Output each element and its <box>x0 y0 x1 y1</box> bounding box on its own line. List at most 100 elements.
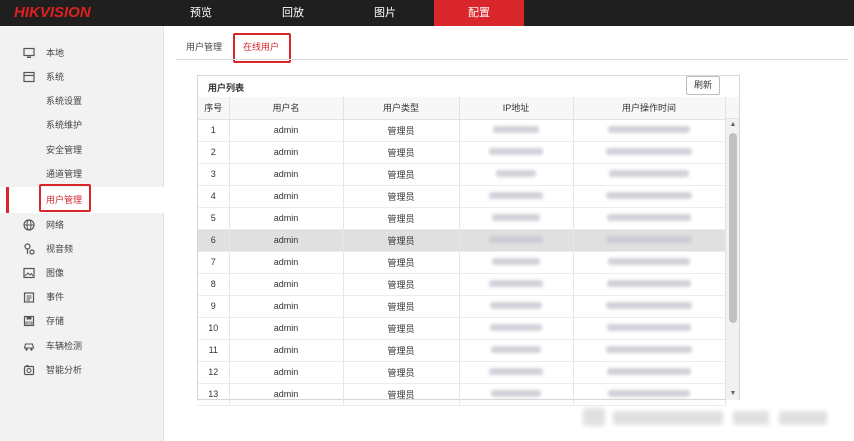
cell-user-type: 管理员 <box>343 295 460 318</box>
cell-username: admin <box>229 295 344 318</box>
redacted-time <box>608 258 690 265</box>
redacted-ip <box>489 280 543 287</box>
sidebar-item-local[interactable]: 本地 <box>0 42 164 64</box>
table-scrollbar[interactable]: ▲ ▼ <box>725 119 739 400</box>
scrollbar-header-cell <box>725 97 739 119</box>
sidebar-item-event[interactable]: 事件 <box>0 286 164 308</box>
table-header-row: 序号 用户名 用户类型 IP地址 用户操作时间 <box>198 97 726 120</box>
user-table: 序号 用户名 用户类型 IP地址 用户操作时间 1 admin 管理员 2 admin 管… <box>198 97 726 406</box>
scrollbar-thumb[interactable] <box>729 133 737 323</box>
redacted-ip <box>489 192 543 199</box>
sidebar-item-storage[interactable]: 存储 <box>0 310 164 332</box>
table-row[interactable]: 1 admin 管理员 <box>198 119 726 142</box>
sidebar-item-label: 网络 <box>46 220 65 230</box>
column-header-operation-time: 用户操作时间 <box>573 97 726 120</box>
scroll-down-arrow-icon[interactable]: ▼ <box>726 388 740 400</box>
redacted-ip <box>489 236 543 243</box>
sidebar-item-smart-analysis[interactable]: 智能分析 <box>0 359 164 381</box>
sidebar-item-channel[interactable]: 通道管理 <box>0 163 164 185</box>
table-row[interactable]: 12 admin 管理员 <box>198 361 726 384</box>
cell-ip-redacted <box>459 317 574 340</box>
cell-operation-time-redacted <box>573 273 726 296</box>
redacted-ip <box>490 324 542 331</box>
monitor-icon <box>23 47 35 58</box>
cell-operation-time-redacted <box>573 185 726 208</box>
sidebar-item-label: 系统 <box>46 72 65 82</box>
table-row[interactable]: 13 admin 管理员 <box>198 383 726 406</box>
redacted-time <box>606 346 692 353</box>
cell-user-type: 管理员 <box>343 339 460 362</box>
cell-no: 4 <box>198 185 230 208</box>
cell-no: 3 <box>198 163 230 186</box>
sidebar-item-system-maintenance[interactable]: 系统维护 <box>0 114 164 136</box>
refresh-button[interactable]: 刷新 <box>686 76 720 95</box>
nav-picture[interactable]: 图片 <box>344 0 426 26</box>
table-row[interactable]: 2 admin 管理员 <box>198 141 726 164</box>
table-row[interactable]: 5 admin 管理员 <box>198 207 726 230</box>
cell-operation-time-redacted <box>573 207 726 230</box>
sidebar-item-image[interactable]: 图像 <box>0 262 164 284</box>
cell-no: 2 <box>198 141 230 164</box>
table-row[interactable]: 8 admin 管理员 <box>198 273 726 296</box>
sidebar-item-label: 事件 <box>46 292 65 302</box>
redacted-time <box>609 170 689 177</box>
cell-operation-time-redacted <box>573 163 726 186</box>
sidebar-item-label: 图像 <box>46 268 65 278</box>
redacted-ip <box>491 346 541 353</box>
redacted-ip <box>491 390 541 397</box>
nav-playback[interactable]: 回放 <box>252 0 334 26</box>
sidebar-item-label: 安全管理 <box>46 145 83 155</box>
tab-user-management[interactable]: 用户管理 <box>186 36 222 58</box>
cell-operation-time-redacted <box>573 361 726 384</box>
cell-operation-time-redacted <box>573 251 726 274</box>
sidebar-item-label: 存储 <box>46 316 65 326</box>
sidebar-item-vehicle-detection[interactable]: 车辆检测 <box>0 335 164 357</box>
cell-username: admin <box>229 163 344 186</box>
cell-ip-redacted <box>459 185 574 208</box>
cell-user-type: 管理员 <box>343 251 460 274</box>
cell-username: admin <box>229 119 344 142</box>
cell-no: 11 <box>198 339 230 362</box>
highlight-box-user-management <box>39 184 91 212</box>
table-row[interactable]: 7 admin 管理员 <box>198 251 726 274</box>
cell-operation-time-redacted <box>573 317 726 340</box>
column-header-user-type: 用户类型 <box>343 97 460 120</box>
cell-ip-redacted <box>459 141 574 164</box>
sidebar-item-label: 车辆检测 <box>46 341 83 351</box>
cell-username: admin <box>229 229 344 252</box>
table-row[interactable]: 4 admin 管理员 <box>198 185 726 208</box>
cell-username: admin <box>229 383 344 406</box>
cell-user-type: 管理员 <box>343 119 460 142</box>
cell-username: admin <box>229 273 344 296</box>
event-calendar-icon <box>23 292 35 303</box>
sidebar-item-system[interactable]: 系统 <box>0 66 164 88</box>
blurred-watermark <box>583 404 828 430</box>
cell-ip-redacted <box>459 273 574 296</box>
scroll-up-arrow-icon[interactable]: ▲ <box>726 119 740 131</box>
table-row[interactable]: 11 admin 管理员 <box>198 339 726 362</box>
sidebar-item-security[interactable]: 安全管理 <box>0 139 164 161</box>
table-row[interactable]: 6 admin 管理员 <box>198 229 726 252</box>
system-icon <box>23 71 35 83</box>
sidebar-item-audio-video[interactable]: 视音频 <box>0 238 164 260</box>
table-row[interactable]: 9 admin 管理员 <box>198 295 726 318</box>
nav-configuration[interactable]: 配置 <box>434 0 524 26</box>
sidebar-item-label: 视音频 <box>46 244 74 254</box>
redacted-ip <box>493 126 539 133</box>
cell-no: 1 <box>198 119 230 142</box>
sidebar-item-network[interactable]: 网络 <box>0 214 164 236</box>
cell-no: 13 <box>198 383 230 406</box>
cell-ip-redacted <box>459 383 574 406</box>
cell-operation-time-redacted <box>573 141 726 164</box>
sidebar-item-label: 系统设置 <box>46 96 83 106</box>
redacted-time <box>607 368 691 375</box>
sidebar-item-system-settings[interactable]: 系统设置 <box>0 90 164 112</box>
smart-analysis-icon <box>23 365 35 376</box>
cell-ip-redacted <box>459 251 574 274</box>
cell-username: admin <box>229 339 344 362</box>
cell-no: 8 <box>198 273 230 296</box>
cell-no: 5 <box>198 207 230 230</box>
table-row[interactable]: 10 admin 管理员 <box>198 317 726 340</box>
table-row[interactable]: 3 admin 管理员 <box>198 163 726 186</box>
nav-preview[interactable]: 预览 <box>160 0 242 26</box>
